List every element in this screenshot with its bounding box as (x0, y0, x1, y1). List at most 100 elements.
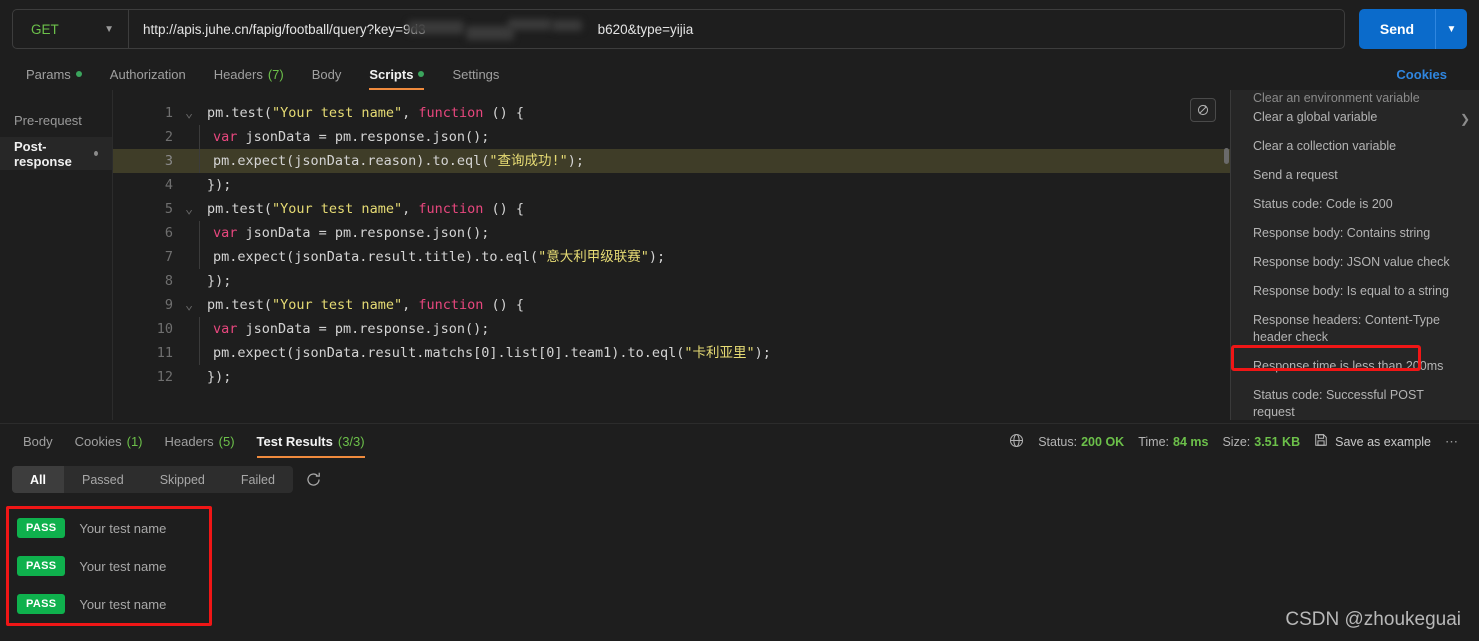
snippet-item-response-time-less-than-200ms[interactable]: Response time is less than 200ms (1231, 352, 1479, 381)
editor-scrollbar-thumb[interactable] (1224, 148, 1229, 164)
chevron-right-icon[interactable]: ❯ (1460, 112, 1470, 126)
cookies-link[interactable]: Cookies (1396, 67, 1467, 82)
line-number: 6 (164, 225, 173, 241)
test-result-row: PASS Your test name (17, 594, 203, 614)
tab-label: Params (26, 66, 71, 82)
tab-scripts[interactable]: Scripts (355, 58, 438, 90)
code-token: , (402, 297, 419, 313)
url-redacted-region (404, 16, 588, 42)
unsaved-dot-icon (75, 71, 82, 77)
sidebar-item-label: Post-response (14, 138, 72, 169)
save-as-example-label: Save as example (1335, 434, 1431, 449)
tab-count: (5) (218, 434, 235, 449)
sidebar-item-post-response[interactable]: Post-response (0, 137, 112, 170)
code-token: , (402, 201, 419, 217)
code-token: "Your test name" (272, 201, 403, 217)
snippet-item-response-body-is-equal-to-a-string[interactable]: Response body: Is equal to a string (1231, 277, 1479, 306)
test-result-row: PASS Your test name (17, 556, 203, 576)
code-token: () { (483, 105, 525, 121)
size-value: 3.51 KB (1254, 434, 1301, 449)
size-meta: Size: 3.51 KB (1222, 435, 1300, 449)
test-name: Your test name (79, 520, 167, 536)
chevron-down-icon: ▼ (104, 23, 114, 35)
send-button[interactable]: Send (1359, 9, 1435, 49)
response-tab-bar: Body Cookies (1) Headers (5) Test Result… (0, 423, 1479, 459)
filter-skipped[interactable]: Skipped (142, 466, 223, 493)
more-options-icon[interactable]: ⋯ (1445, 434, 1459, 450)
code-line-highlighted: 3 pm.expect(jsonData.reason).to.eql("查询成… (113, 149, 1230, 173)
http-method-select[interactable]: GET ▼ (13, 10, 129, 48)
code-line: 11 pm.expect(jsonData.result.matchs[0].l… (113, 341, 1230, 365)
code-line: 2 var jsonData = pm.response.json(); (113, 125, 1230, 149)
tab-label: Headers (213, 66, 263, 82)
code-token: "Your test name" (272, 297, 403, 313)
response-tab-headers[interactable]: Headers (5) (154, 424, 246, 460)
line-number: 10 (156, 321, 173, 337)
filter-passed[interactable]: Passed (64, 466, 142, 493)
response-status-meta: Status: 200 OK Time: 84 ms Size: 3.51 KB… (1009, 433, 1467, 451)
tab-headers[interactable]: Headers (7) (200, 58, 298, 90)
code-token: function (418, 297, 484, 313)
code-token: "Your test name" (272, 105, 403, 121)
snippet-item-status-code-200[interactable]: Status code: Code is 200 (1231, 190, 1479, 219)
snippet-item-status-code-successful-post[interactable]: Status code: Successful POST request (1231, 381, 1479, 420)
tab-settings[interactable]: Settings (438, 58, 513, 90)
snippet-item-response-headers-content-type-check[interactable]: Response headers: Content-Type header ch… (1231, 306, 1479, 352)
save-as-example-button[interactable]: Save as example (1314, 433, 1431, 450)
snippet-item-clipped[interactable]: Clear an environment variable (1231, 92, 1479, 103)
response-tab-body[interactable]: Body (12, 424, 64, 460)
code-line: 10 var jsonData = pm.response.json(); (113, 317, 1230, 341)
test-name: Your test name (79, 558, 167, 574)
snippet-item-clear-global-variable[interactable]: Clear a global variable (1231, 103, 1479, 132)
magic-wand-icon[interactable] (1190, 98, 1216, 122)
snippet-item-clear-collection-variable[interactable]: Clear a collection variable (1231, 132, 1479, 161)
status-label: Status: (1038, 434, 1078, 449)
filter-all[interactable]: All (12, 466, 64, 493)
sidebar-item-pre-request[interactable]: Pre-request (0, 104, 112, 137)
url-input[interactable]: http://apis.juhe.cn/fapig/football/query… (129, 10, 1344, 48)
code-token: pm.test( (207, 105, 273, 121)
tab-label: Authorization (109, 66, 186, 82)
test-name: Your test name (79, 596, 167, 612)
snippet-item-response-body-contains-string[interactable]: Response body: Contains string (1231, 219, 1479, 248)
fold-arrow-icon[interactable]: ⌄ (185, 197, 197, 221)
line-number: 9 (164, 297, 173, 313)
test-result-row: PASS Your test name (17, 518, 203, 538)
fold-arrow-icon[interactable]: ⌄ (185, 101, 197, 125)
code-token: pm.expect(jsonData.result.title).to.eql( (213, 249, 539, 265)
code-line: 7 pm.expect(jsonData.result.title).to.eq… (113, 245, 1230, 269)
tab-label: Body (311, 66, 342, 82)
fold-arrow-icon[interactable]: ⌄ (185, 293, 197, 317)
tab-authorization[interactable]: Authorization (96, 58, 200, 90)
line-number: 2 (164, 129, 173, 145)
refresh-icon[interactable] (305, 471, 322, 488)
code-editor[interactable]: 1 ⌄ pm.test("Your test name", function (… (113, 90, 1230, 420)
tab-params[interactable]: Params (12, 58, 96, 90)
script-type-sidebar: Pre-request Post-response (0, 90, 113, 420)
code-token: ); (754, 345, 771, 361)
tab-body[interactable]: Body (298, 58, 356, 90)
response-tab-cookies[interactable]: Cookies (1) (64, 424, 154, 460)
code-token: , (402, 105, 419, 121)
line-number: 12 (156, 369, 173, 385)
code-token: }); (207, 273, 232, 289)
editor-scrollbar[interactable] (1223, 90, 1230, 420)
code-line: 8 }); (113, 269, 1230, 293)
snippet-item-response-body-json-value-check[interactable]: Response body: JSON value check (1231, 248, 1479, 277)
code-token: () { (483, 201, 525, 217)
status-badge: PASS (17, 518, 66, 538)
send-options-caret-icon[interactable]: ▼ (1435, 9, 1467, 49)
snippets-panel: Clear an environment variable Clear a gl… (1230, 90, 1479, 420)
time-meta: Time: 84 ms (1138, 435, 1208, 449)
code-token: ); (648, 249, 666, 265)
response-tab-test-results[interactable]: Test Results (3/3) (246, 424, 376, 460)
snippet-item-send-a-request[interactable]: Send a request (1231, 161, 1479, 190)
filter-failed[interactable]: Failed (223, 466, 293, 493)
code-token: var (213, 129, 238, 145)
status-meta: Status: 200 OK (1038, 435, 1124, 449)
code-line: 6 var jsonData = pm.response.json(); (113, 221, 1230, 245)
